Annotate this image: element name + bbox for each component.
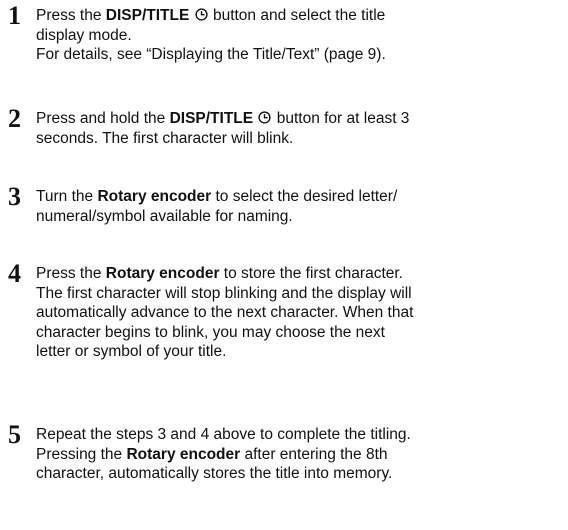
step-text: Repeat the steps 3 and 4 above to comple…: [36, 425, 566, 484]
step-number: 4: [8, 259, 21, 288]
text-run: [253, 110, 257, 127]
text-run: Pressing the: [36, 445, 127, 463]
step-line: character begins to blink, you may choos…: [36, 323, 566, 343]
text-run: [189, 7, 193, 24]
step-line: The first character will stop blinking a…: [36, 284, 566, 304]
step-line: Repeat the steps 3 and 4 above to comple…: [36, 425, 566, 445]
button-name: DISP/TITLE: [169, 110, 254, 127]
text-run: Press the: [36, 7, 106, 24]
step-text: Press the DISP/TITLE button and select t…: [36, 6, 566, 65]
clock-icon: [258, 111, 272, 124]
text-run: button for at least 3: [272, 110, 410, 127]
step-line: numeral/symbol available for naming.: [36, 207, 566, 227]
step-number: 3: [8, 182, 21, 211]
text-run: after entering the 8th: [240, 445, 388, 463]
text-run: button and select the title: [208, 7, 386, 24]
text-run: to select the desired letter/: [211, 188, 398, 205]
step-line: display mode.: [36, 26, 566, 46]
instruction-page: 1 Press the DISP/TITLE button and select…: [0, 0, 568, 530]
step-text: Press and hold the DISP/TITLE button for…: [36, 109, 566, 148]
step-line: character, automatically stores the titl…: [36, 464, 566, 484]
button-name: DISP/TITLE: [105, 7, 190, 24]
button-name: Rotary encoder: [105, 265, 220, 282]
step-line: seconds. The first character will blink.: [36, 129, 566, 149]
step-text: Press the Rotary encoder to store the fi…: [36, 264, 566, 362]
step-number: 5: [8, 420, 21, 449]
step-line: Turn the Rotary encoder to select the de…: [36, 187, 566, 207]
step-line: letter or symbol of your title.: [36, 342, 566, 362]
text-run: numeral/symbol available for naming.: [36, 207, 293, 225]
step-line: automatically advance to the next charac…: [36, 303, 566, 323]
text-run: to store the first character.: [219, 265, 403, 282]
step-text: Turn the Rotary encoder to select the de…: [36, 187, 566, 226]
text-run: Press and hold the: [36, 110, 170, 127]
text-run: For details, see “Displaying the Title/T…: [36, 46, 386, 63]
text-run: The first character will stop blinking a…: [36, 284, 412, 302]
step-line: For details, see “Displaying the Title/T…: [36, 45, 566, 65]
text-run: Repeat the steps 3 and 4 above to comple…: [36, 426, 411, 443]
clock-icon: [195, 8, 208, 21]
step-line: Press the DISP/TITLE button and select t…: [36, 6, 566, 26]
text-run: Turn the: [36, 188, 98, 205]
step-number: 1: [8, 1, 21, 30]
text-run: character begins to blink, you may choos…: [36, 323, 385, 341]
step-number: 2: [8, 104, 21, 133]
text-run: letter or symbol of your title.: [36, 343, 227, 360]
step-line: Press and hold the DISP/TITLE button for…: [36, 109, 566, 129]
button-name: Rotary encoder: [126, 445, 241, 463]
text-run: seconds. The first character will blink.: [36, 129, 294, 147]
button-name: Rotary encoder: [97, 188, 212, 205]
text-run: display mode.: [36, 26, 132, 44]
text-run: automatically advance to the next charac…: [36, 304, 414, 321]
step-line: Press the Rotary encoder to store the fi…: [36, 264, 566, 284]
text-run: character, automatically stores the titl…: [36, 465, 393, 482]
step-line: Pressing the Rotary encoder after enteri…: [36, 445, 566, 465]
text-run: Press the: [36, 265, 106, 282]
